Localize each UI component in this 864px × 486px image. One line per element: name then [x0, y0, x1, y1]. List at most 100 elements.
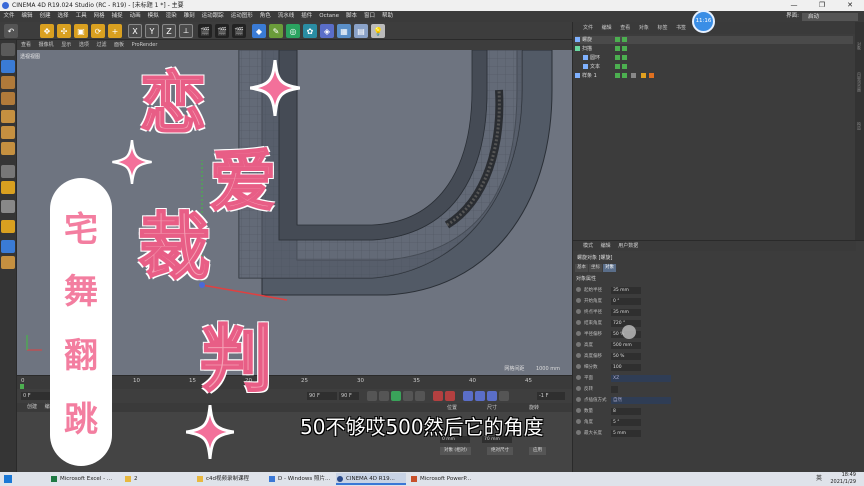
apply-button[interactable]: 应用	[529, 447, 546, 455]
menu-help[interactable]: 帮助	[379, 11, 397, 22]
om-menu-file[interactable]: 文件	[583, 25, 593, 31]
menu-window[interactable]: 窗口	[361, 11, 379, 22]
scale-tool-icon[interactable]: ▣	[74, 24, 88, 38]
tab-object[interactable]: 对象	[603, 264, 616, 272]
mat-menu-create[interactable]: 创建	[27, 404, 37, 410]
cloner-icon[interactable]: ✿	[303, 24, 317, 38]
menu-pipeline[interactable]: 流水线	[274, 11, 298, 22]
warning-tag-icon[interactable]	[649, 73, 654, 78]
autokey-icon[interactable]	[445, 391, 455, 401]
warning-tag-icon[interactable]	[641, 73, 646, 78]
prev-key-icon[interactable]	[379, 391, 389, 401]
menu-tools[interactable]: 工具	[72, 11, 90, 22]
om-menu-edit[interactable]: 编辑	[602, 25, 612, 31]
cube-icon[interactable]: ◆	[252, 24, 266, 38]
menu-animate[interactable]: 动画	[126, 11, 144, 22]
menu-script[interactable]: 脚本	[343, 11, 361, 22]
goto-start-icon[interactable]	[367, 391, 377, 401]
play-icon[interactable]	[391, 391, 401, 401]
enabled-check-icon[interactable]	[622, 55, 627, 60]
menu-edit[interactable]: 编辑	[18, 11, 36, 22]
close-button[interactable]: ✕	[836, 0, 864, 11]
maximize-button[interactable]: ❐	[808, 0, 836, 11]
menu-select[interactable]: 选择	[54, 11, 72, 22]
vp-menu-filter[interactable]: 过滤	[96, 42, 106, 48]
axis-mode-icon[interactable]	[1, 165, 15, 178]
taskbar-powerpoint[interactable]: Microsoft PowerP...	[410, 473, 480, 485]
move-key-icon[interactable]	[463, 391, 473, 401]
om-menu-object[interactable]: 对象	[639, 25, 649, 31]
menu-simulate[interactable]: 模拟	[144, 11, 162, 22]
points-mode-icon[interactable]	[1, 110, 15, 123]
am-menu-edit[interactable]: 编辑	[601, 243, 611, 249]
object-row-spline[interactable]: 样条 1	[575, 72, 853, 80]
menu-sculpt[interactable]: 雕刻	[180, 11, 198, 22]
add-tool-icon[interactable]: +	[108, 24, 122, 38]
undo-icon[interactable]: ↶	[4, 24, 18, 38]
om-menu-view[interactable]: 查看	[620, 25, 630, 31]
keyframe-dot-icon[interactable]	[576, 287, 581, 292]
tab-coord[interactable]: 坐标	[589, 264, 602, 272]
layer-icon[interactable]	[1, 256, 15, 269]
keyframe-dot-icon[interactable]	[576, 386, 581, 391]
menu-file[interactable]: 文件	[0, 11, 18, 22]
tab-content-browser[interactable]: 内容浏览器	[856, 72, 862, 92]
object-row-helix[interactable]: 螺旋	[575, 36, 853, 44]
layout-dropdown[interactable]: 启动	[802, 12, 858, 21]
keyframe-dot-icon[interactable]	[576, 364, 581, 369]
phong-tag-icon[interactable]	[631, 73, 636, 78]
rotate-tool-icon[interactable]: ⟳	[91, 24, 105, 38]
menu-character[interactable]: 角色	[256, 11, 274, 22]
start-frame-field[interactable]: 0 F	[21, 392, 51, 400]
y-axis-icon[interactable]: Y	[145, 24, 159, 38]
visible-check-icon[interactable]	[615, 37, 620, 42]
deformer-icon[interactable]: ◈	[320, 24, 334, 38]
render-picture-viewer-icon[interactable]: 🎬	[215, 24, 229, 38]
taskbar-excel[interactable]: Microsoft Excel - ...	[50, 473, 120, 485]
keyframe-dot-icon[interactable]	[576, 309, 581, 314]
move-tool-icon[interactable]: ✣	[57, 24, 71, 38]
menu-motion-tracking[interactable]: 运动跟踪	[198, 11, 227, 22]
keyframe-dot-icon[interactable]	[576, 298, 581, 303]
snap-icon[interactable]	[1, 181, 15, 194]
current-frame-field[interactable]: -1 F	[537, 392, 565, 400]
subdivision-icon[interactable]: ◎	[286, 24, 300, 38]
keyframe-dot-icon[interactable]	[576, 375, 581, 380]
z-axis-icon[interactable]: Z	[162, 24, 176, 38]
taskbar-folder-course[interactable]: c4d视频录制课程	[196, 473, 266, 485]
menu-snap[interactable]: 捕捉	[108, 11, 126, 22]
am-menu-mode[interactable]: 模式	[583, 243, 593, 249]
model-mode-icon[interactable]	[1, 60, 15, 73]
enabled-check-icon[interactable]	[622, 73, 627, 78]
param-key-icon[interactable]	[499, 391, 509, 401]
object-row-sweep[interactable]: 扫描	[575, 45, 853, 53]
keyframe-dot-icon[interactable]	[576, 430, 581, 435]
edges-mode-icon[interactable]	[1, 126, 15, 139]
light-icon[interactable]: 💡	[371, 24, 385, 38]
grid-icon[interactable]	[1, 240, 15, 253]
make-editable-icon[interactable]	[1, 43, 15, 56]
vp-menu-view[interactable]: 查看	[21, 42, 31, 48]
input-language[interactable]: 英	[816, 473, 822, 482]
lock-workplane-icon[interactable]	[1, 220, 15, 233]
taskbar-folder-2[interactable]: 2	[124, 473, 194, 485]
keyframe-dot-icon[interactable]	[576, 397, 581, 402]
menu-render[interactable]: 渲染	[162, 11, 180, 22]
next-key-icon[interactable]	[403, 391, 413, 401]
pen-spline-icon[interactable]: ✎	[269, 24, 283, 38]
minimize-button[interactable]: —	[780, 0, 808, 11]
menu-mesh[interactable]: 网格	[90, 11, 108, 22]
am-menu-userdata[interactable]: 用户数据	[618, 243, 638, 249]
camera-icon[interactable]: ▤	[354, 24, 368, 38]
object-row-text[interactable]: 文本	[575, 63, 853, 71]
tab-objects[interactable]: 对象	[856, 42, 862, 50]
solo-icon[interactable]	[1, 200, 15, 213]
menu-plugins[interactable]: 插件	[298, 11, 316, 22]
vp-menu-camera[interactable]: 摄像机	[39, 42, 54, 48]
record-icon[interactable]	[433, 391, 443, 401]
coordinate-system-icon[interactable]: ⟂	[179, 24, 193, 38]
visible-check-icon[interactable]	[615, 64, 620, 69]
texture-mode-icon[interactable]	[1, 76, 15, 89]
object-row-circle[interactable]: 圆环	[575, 54, 853, 62]
taskbar-photos[interactable]: D - Windows 照片...	[268, 473, 334, 485]
